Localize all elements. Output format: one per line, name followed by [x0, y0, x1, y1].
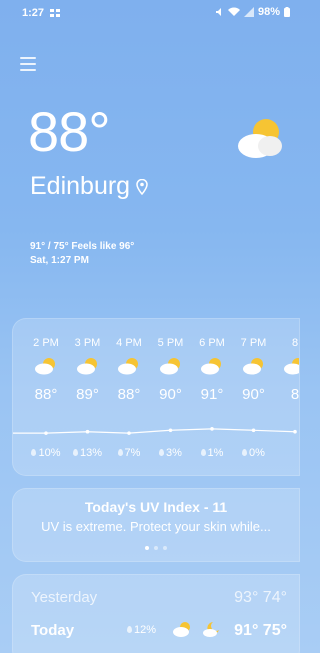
hour-temp: 91° — [200, 386, 224, 403]
trend-point — [293, 429, 297, 434]
current-temperature: 88° — [28, 100, 111, 163]
city-name[interactable]: Edinburg — [30, 174, 148, 199]
hour-precip: 1% — [192, 447, 232, 459]
hour-precip-value: 3% — [166, 447, 182, 459]
battery-icon — [284, 7, 290, 17]
hour-precip: 13% — [68, 447, 108, 459]
raindrop-icon — [159, 449, 165, 456]
high-low-feels: 91° / 75° Feels like 96° — [30, 241, 135, 252]
partly-cloudy-icon — [201, 358, 221, 375]
location-pin-icon — [136, 178, 148, 195]
notification-icon — [50, 9, 60, 17]
partly-cloudy-icon — [159, 358, 180, 375]
hour-precip-value: 7% — [124, 447, 141, 459]
today-row: Today 12% 91° 75° — [31, 620, 293, 642]
partly-cloudy-icon — [35, 358, 55, 375]
trend-point — [210, 427, 214, 431]
battery-percent: 98% — [257, 6, 280, 18]
hour-time: 6 PM — [199, 337, 225, 349]
trend-point — [251, 428, 256, 433]
status-bar: 1:27 98% — [0, 0, 300, 26]
today-precip-value: 12% — [134, 624, 157, 636]
hour-time: 3 PM — [74, 337, 101, 349]
partly-cloudy-icon — [242, 358, 263, 375]
hour-temp: 90° — [159, 386, 182, 403]
partly-cloudy-icon — [284, 358, 299, 375]
page-indicator — [13, 546, 299, 550]
raindrop-icon — [127, 626, 132, 633]
today-label: Today — [31, 622, 75, 639]
hour-time: 2 PM — [33, 337, 59, 349]
hour-time: 7 PM — [240, 337, 267, 349]
feels-like-block: 91° / 75° Feels like 96° Sat, 1:27 PM — [30, 240, 134, 268]
hourly-forecast-card[interactable]: 2 PM 88° 10% 3 PM 89° 13% 4 PM 88° 7% 5 PM 90° 3% 6 … — [12, 318, 300, 476]
status-right: 98% — [215, 6, 290, 18]
temperature-trend-line — [13, 427, 297, 435]
city-label: Edinburg — [30, 172, 131, 200]
uv-title: Today's UV Index - 11 — [84, 499, 228, 515]
hour-temp: 89° — [76, 386, 99, 403]
hour-precip: 7% — [109, 447, 149, 459]
signal-icon — [243, 7, 254, 17]
wifi-icon — [227, 7, 240, 16]
raindrop-icon — [242, 449, 248, 456]
uv-index-card[interactable]: Today's UV Index - 11 UV is extreme. Pro… — [12, 488, 300, 562]
partly-cloudy-icon — [118, 358, 138, 375]
status-time: 1:27 — [22, 7, 45, 19]
hour-precip: 3% — [151, 447, 191, 459]
today-temps: 91° 75° — [234, 622, 287, 639]
menu-icon[interactable] — [20, 57, 36, 71]
trend-point — [168, 428, 173, 433]
daily-forecast-card[interactable]: Yesterday 93° 74° Today 12% 91° 75° — [12, 574, 300, 653]
hour-temp: 90° — [242, 386, 265, 403]
hour-time: 8 — [291, 337, 299, 349]
trend-point — [44, 431, 48, 435]
hour-temp: 88° — [34, 386, 58, 403]
raindrop-icon — [200, 449, 206, 456]
date-time: Sat, 1:27 PM — [30, 255, 89, 266]
partly-cloudy-icon — [238, 119, 282, 158]
hour-precip-value: 13% — [79, 447, 103, 459]
hour-precip: 10% — [26, 447, 66, 459]
yesterday-row: Yesterday 93° 74° — [31, 587, 293, 609]
trend-point — [85, 429, 90, 434]
mute-icon — [215, 8, 221, 16]
partly-cloudy-icon — [76, 358, 97, 375]
trend-point — [127, 431, 131, 435]
hour-precip-value: 0% — [249, 447, 265, 459]
partly-cloudy-icon — [173, 622, 190, 637]
raindrop-icon — [72, 449, 78, 456]
today-precip: 12% — [127, 624, 156, 636]
hour-temp: 8 — [290, 386, 300, 403]
hour-temp: 88° — [117, 386, 141, 403]
yesterday-temps: 93° 74° — [234, 589, 287, 606]
raindrop-icon — [31, 449, 37, 456]
hour-time: 5 PM — [157, 337, 184, 349]
yesterday-label: Yesterday — [31, 589, 98, 606]
hour-precip: 0% — [234, 447, 274, 459]
moon-cloud-icon — [203, 622, 219, 637]
raindrop-icon — [117, 449, 123, 456]
uv-description: UV is extreme. Protect your skin while..… — [41, 519, 271, 534]
hour-time: 4 PM — [116, 337, 142, 349]
hour-precip-value: 1% — [207, 447, 224, 459]
hour-precip-value: 10% — [38, 447, 61, 459]
